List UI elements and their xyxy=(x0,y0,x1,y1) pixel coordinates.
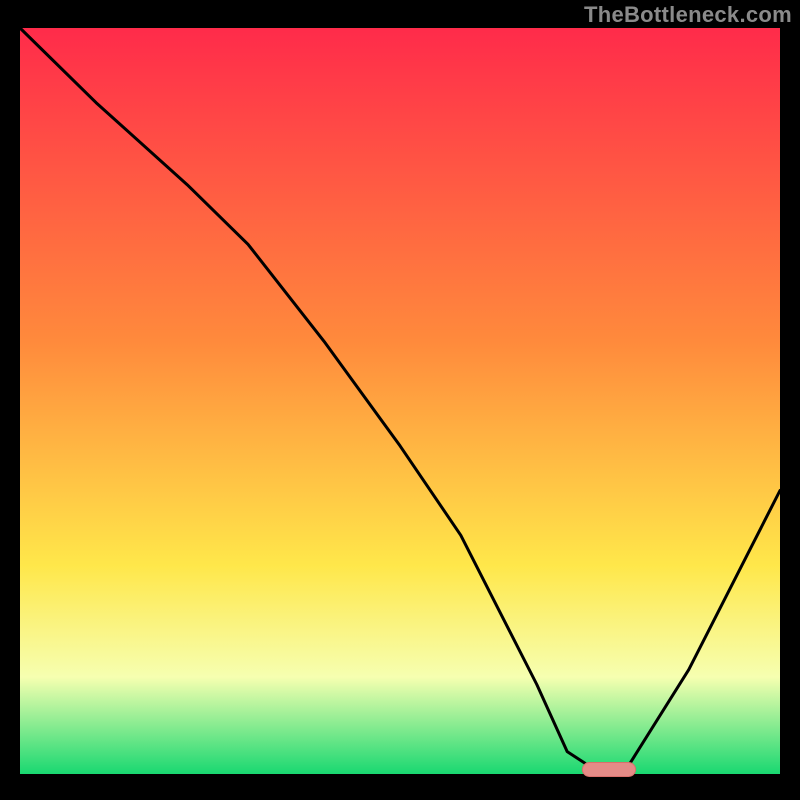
optimal-zone-marker xyxy=(582,763,635,777)
bottleneck-chart xyxy=(0,0,800,800)
plot-gradient-area xyxy=(20,28,780,774)
chart-container: TheBottleneck.com xyxy=(0,0,800,800)
